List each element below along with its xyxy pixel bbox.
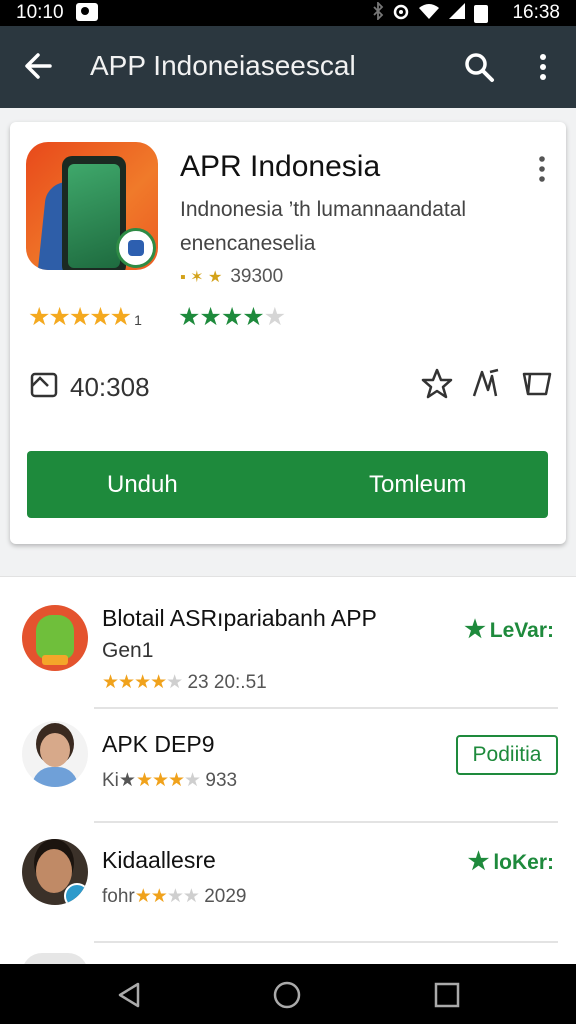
rating-stars-green: ★★★★★ bbox=[178, 302, 286, 332]
app-description-line1: Indnonesia ’th lumannaandatal bbox=[180, 198, 467, 221]
app-meta-row: ▪ ✶ ★ 39300 bbox=[180, 266, 283, 288]
download-count: 40:308 bbox=[70, 372, 150, 402]
wifi-icon bbox=[418, 2, 440, 25]
list-divider bbox=[94, 707, 558, 709]
rating-stars-empty: ★ bbox=[184, 770, 201, 791]
rating-stars-empty: ★★ bbox=[166, 886, 200, 907]
list-item-title: APK DEP9 bbox=[102, 731, 215, 757]
status-bar: 10:10 16:38 bbox=[0, 0, 576, 26]
app-avatar bbox=[22, 839, 88, 905]
green-star-icon: ★ bbox=[464, 616, 486, 643]
tag-label: loKer: bbox=[493, 851, 554, 874]
bluetooth-icon bbox=[372, 0, 384, 25]
list-item[interactable]: Blotail ASRıpariabanh APP Gen1 ★★★★★ 23 … bbox=[0, 591, 576, 707]
rating-value: 2029 bbox=[204, 886, 247, 907]
list-item-subtitle: Gen1 bbox=[102, 639, 154, 662]
meta-icons: ▪ ✶ ★ bbox=[180, 269, 223, 286]
gallery-icon bbox=[28, 368, 60, 407]
list-item-title: Kidaallesre bbox=[102, 847, 216, 873]
nav-recents-icon[interactable] bbox=[432, 980, 462, 1010]
signal-icon bbox=[448, 2, 466, 25]
meta-count: 39300 bbox=[230, 266, 284, 287]
rating-stars: ★★ bbox=[134, 886, 168, 907]
status-icons bbox=[372, 0, 488, 25]
rating-stars: ★★★★ bbox=[102, 672, 167, 693]
rating-stars-gold: ★★★★★ 1 bbox=[28, 302, 142, 332]
rating-value: 933 bbox=[205, 770, 238, 791]
list-divider bbox=[94, 821, 558, 823]
app-bar-title: APP Indoneiaseescal bbox=[90, 50, 356, 81]
nav-back-icon[interactable] bbox=[114, 980, 144, 1010]
install-button-bar[interactable]: Unduh Tomleum bbox=[27, 451, 548, 518]
list-item-action-button[interactable]: Podiitia bbox=[456, 735, 558, 775]
app-name: APR Indonesia bbox=[180, 150, 381, 183]
rating-value: 23 20:.51 bbox=[187, 672, 267, 693]
list-divider bbox=[94, 941, 558, 943]
battery-icon bbox=[474, 4, 488, 23]
status-time: 10:10 bbox=[16, 2, 64, 23]
app-avatar bbox=[22, 605, 88, 671]
share-icon[interactable] bbox=[470, 366, 504, 400]
app-description-line2: enencaneselia bbox=[180, 232, 316, 255]
alarm-icon bbox=[392, 2, 410, 25]
list-item-rating: fohr★★★★ 2029 bbox=[102, 885, 246, 908]
open-button[interactable]: Tomleum bbox=[369, 471, 466, 499]
gold-stars-suffix: 1 bbox=[134, 312, 142, 328]
card-action-icons bbox=[420, 366, 554, 400]
content-area: APR Indonesia Indnonesia ’th lumannaanda… bbox=[0, 108, 576, 973]
rating-stars-empty: ★ bbox=[166, 672, 183, 693]
list-item-tag[interactable]: ★ LeVar: bbox=[464, 615, 554, 644]
green-stars-full: ★★★★ bbox=[178, 303, 265, 331]
app-avatar bbox=[22, 721, 88, 787]
rating-prefix: fohr bbox=[102, 886, 135, 907]
app-icon[interactable] bbox=[26, 142, 158, 270]
bookmark-icon[interactable] bbox=[520, 366, 554, 400]
rating-stars: ★★★ bbox=[135, 770, 185, 791]
download-button[interactable]: Unduh bbox=[107, 471, 178, 499]
list-item-title: Blotail ASRıpariabanh APP bbox=[102, 605, 377, 631]
search-icon[interactable] bbox=[462, 50, 496, 84]
list-item[interactable]: APK DEP9 Ki★★★★★ 933 Podiitia bbox=[0, 711, 576, 827]
list-item-rating: Ki★★★★★ 933 bbox=[102, 769, 237, 792]
list-item-rating: ★★★★★ 23 20:.51 bbox=[102, 671, 267, 694]
system-nav-bar bbox=[0, 964, 576, 1024]
app-bar: APP Indoneiaseescal bbox=[0, 26, 576, 108]
back-arrow-icon[interactable] bbox=[22, 46, 54, 86]
gold-stars: ★★★★★ bbox=[28, 303, 132, 331]
green-star-icon: ★ bbox=[467, 848, 490, 875]
icon-badge bbox=[116, 228, 156, 268]
card-overflow-icon[interactable] bbox=[534, 154, 550, 184]
list-item-tag[interactable]: ★ loKer: bbox=[468, 847, 554, 876]
tag-label: LeVar: bbox=[489, 619, 554, 642]
app-list: Blotail ASRıpariabanh APP Gen1 ★★★★★ 23 … bbox=[0, 576, 576, 973]
rating-prefix: Ki★ bbox=[102, 770, 136, 791]
app-detail-card: APR Indonesia Indnonesia ’th lumannaanda… bbox=[10, 122, 566, 544]
nav-home-icon[interactable] bbox=[272, 980, 302, 1010]
green-stars-empty: ★ bbox=[263, 303, 286, 331]
notification-icon bbox=[76, 3, 98, 21]
overflow-menu-icon[interactable] bbox=[534, 50, 552, 84]
status-clock: 16:38 bbox=[512, 2, 560, 23]
list-item[interactable]: Kidaallesre fohr★★★★ 2029 ★ loKer: bbox=[0, 825, 576, 941]
download-count-row: 40:308 bbox=[28, 368, 150, 407]
star-outline-icon[interactable] bbox=[420, 366, 454, 400]
